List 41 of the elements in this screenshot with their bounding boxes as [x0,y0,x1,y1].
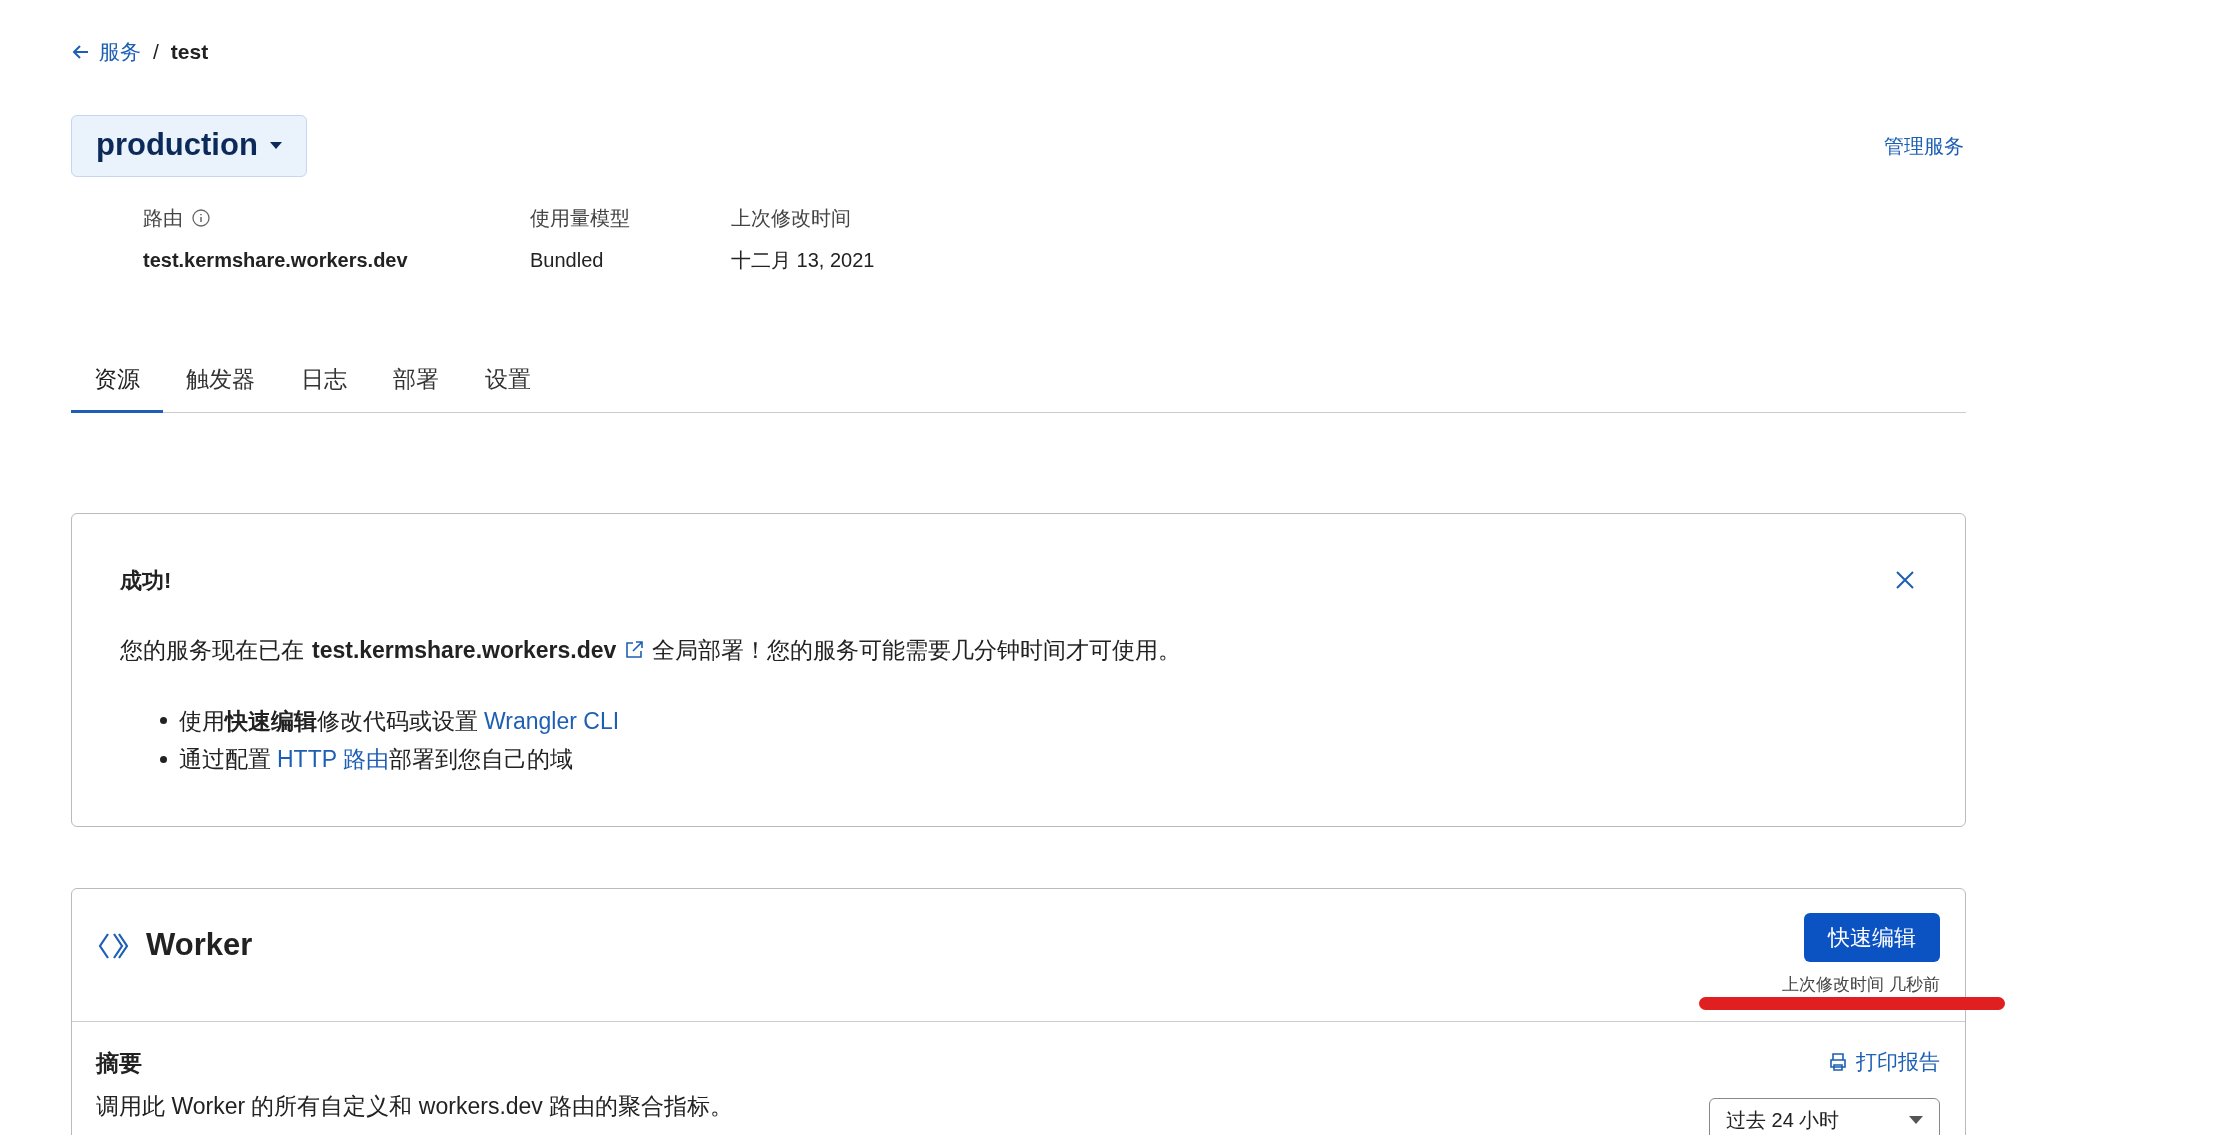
back-link[interactable]: 服务 [71,36,141,68]
tab[interactable]: 触发器 [163,361,278,413]
tab[interactable]: 设置 [462,361,554,413]
worker-icon [98,931,128,960]
close-icon [1895,570,1915,590]
alert-title: 成功! [120,567,172,595]
alert-message: 全局部署！您的服务可能需要几分钟时间才可使用。 [652,636,1182,665]
meta-label: 使用量模型 [530,205,630,231]
tab[interactable]: 资源 [71,361,163,413]
quick-edit-button[interactable]: 快速编辑 [1804,913,1940,962]
external-link-icon [624,640,645,661]
summary-title: 摘要 [96,1049,143,1078]
close-button[interactable] [1895,570,1915,590]
doc-link[interactable]: Wrangler CLI [484,707,620,734]
breadcrumb-current: test [170,39,209,65]
bullet-icon [160,755,167,763]
meta-value: test.kermshare.workers.dev [143,247,409,273]
domain-text: test.kermshare.workers.dev [312,636,617,665]
caret-icon [1909,1115,1923,1124]
meta-label: 路由 [143,205,183,231]
caret-icon [269,141,282,150]
meta-value: 十二月 13, 2021 [731,247,876,273]
meta-label: 上次修改时间 [731,205,851,231]
tab[interactable]: 日志 [278,361,370,413]
doc-link[interactable]: HTTP 路由 [277,746,390,772]
last-modified-text: 上次修改时间 几秒前 [1782,974,1940,996]
bullet-text: 使用快速编辑修改代码或设置 Wrangler CLI [179,706,620,736]
bullet-icon [160,717,167,725]
manage-service-link[interactable]: 管理服务 [1884,130,1964,161]
time-range-dropdown[interactable]: 过去 24 小时 [1709,1097,1940,1135]
worker-title: Worker [146,926,253,965]
summary-description: 调用此 Worker 的所有自定义和 workers.dev 路由的聚合指标。 [96,1091,734,1121]
alert-message: 您的服务现在已在 [120,636,304,665]
info-icon [191,207,211,228]
breadcrumb-separator: / [153,39,159,65]
tab[interactable]: 部署 [370,361,462,413]
environment-dropdown[interactable]: production [71,114,307,177]
print-report-link[interactable]: 打印报告 [1828,1046,1940,1078]
meta-value: Bundled [530,247,605,273]
printer-icon [1828,1051,1848,1072]
bullet-text: 通过配置 HTTP 路由部署到您自己的域 [179,745,574,774]
